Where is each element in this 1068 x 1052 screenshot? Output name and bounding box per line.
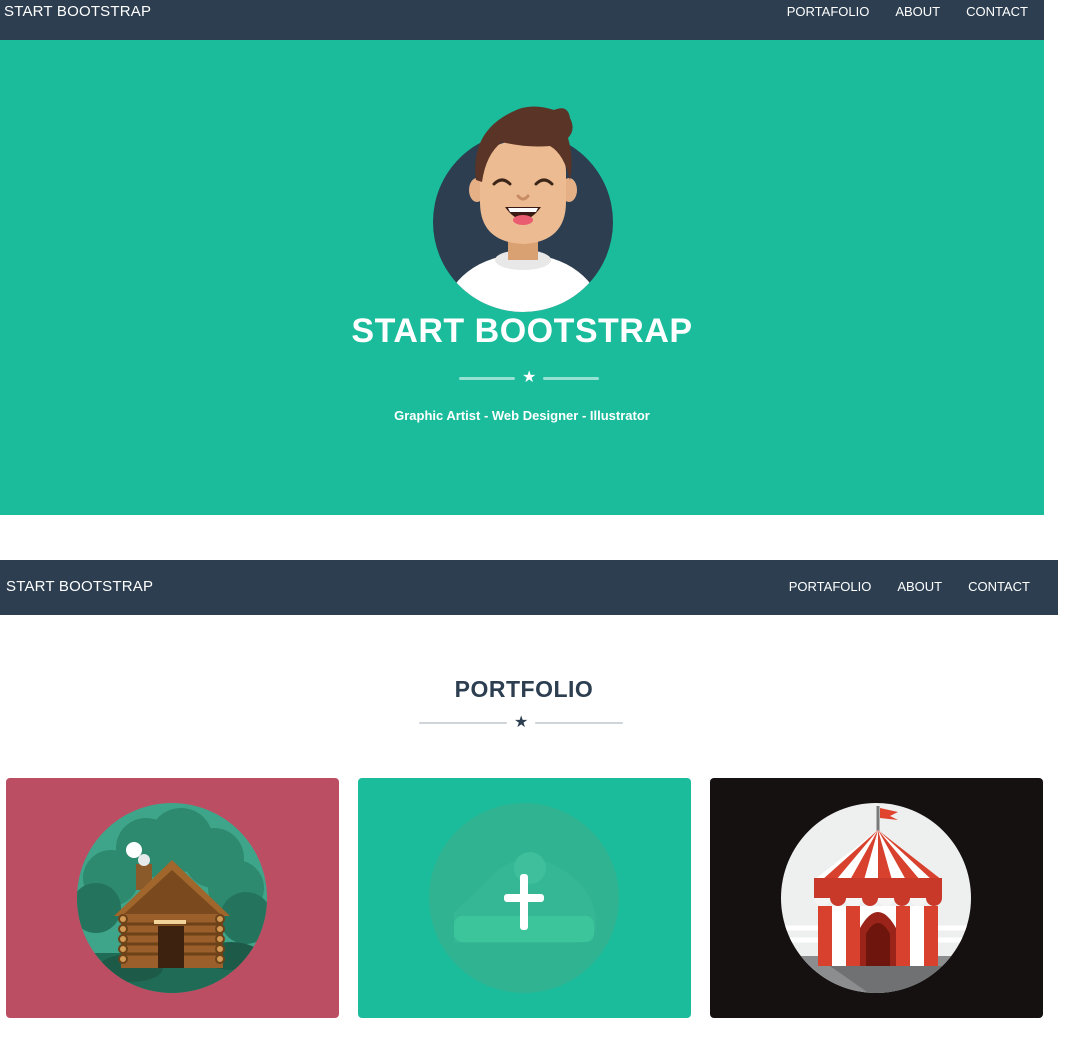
divider-line: [419, 722, 507, 724]
avatar-icon: [433, 106, 613, 312]
portfolio-divider: ★: [419, 714, 624, 731]
circus-tent-icon: [781, 803, 971, 993]
nav-link-portfolio[interactable]: PORTAFOLIO: [789, 579, 872, 594]
portfolio-title: PORTFOLIO: [454, 676, 594, 702]
hero-section: START BOOTSTRAP ★ Graphic Artist - Web D…: [0, 40, 1044, 515]
hero-subtitle: Graphic Artist - Web Designer - Illustra…: [394, 408, 650, 423]
top-navbar: START BOOTSTRAP PORTAFOLIO ABOUT CONTACT: [0, 0, 1044, 40]
plus-icon: [429, 803, 619, 993]
navbar-links: PORTAFOLIO ABOUT CONTACT: [787, 4, 1028, 19]
navbar-brand[interactable]: START BOOTSTRAP: [6, 578, 153, 595]
log-cabin-icon: [77, 803, 267, 993]
portfolio-item-circus[interactable]: [710, 778, 1043, 1018]
star-icon: ★: [522, 369, 537, 386]
divider-line: [543, 376, 600, 380]
nav-link-contact[interactable]: CONTACT: [968, 579, 1030, 594]
navbar-links: PORTAFOLIO ABOUT CONTACT: [789, 579, 1030, 594]
nav-link-about[interactable]: ABOUT: [895, 4, 940, 19]
hero-divider: ★: [459, 369, 600, 386]
hero-title: START BOOTSTRAP: [351, 312, 693, 350]
portfolio-item-cabin[interactable]: [6, 778, 339, 1018]
nav-link-contact[interactable]: CONTACT: [966, 4, 1028, 19]
star-icon: ★: [514, 714, 529, 731]
sticky-navbar: START BOOTSTRAP PORTAFOLIO ABOUT CONTACT: [0, 560, 1058, 615]
nav-link-portfolio[interactable]: PORTAFOLIO: [787, 4, 870, 19]
portfolio-item-cake[interactable]: [358, 778, 691, 1018]
nav-link-about[interactable]: ABOUT: [897, 579, 942, 594]
divider-line: [459, 376, 515, 380]
divider-line: [535, 722, 624, 724]
navbar-brand[interactable]: START BOOTSTRAP: [4, 3, 151, 20]
